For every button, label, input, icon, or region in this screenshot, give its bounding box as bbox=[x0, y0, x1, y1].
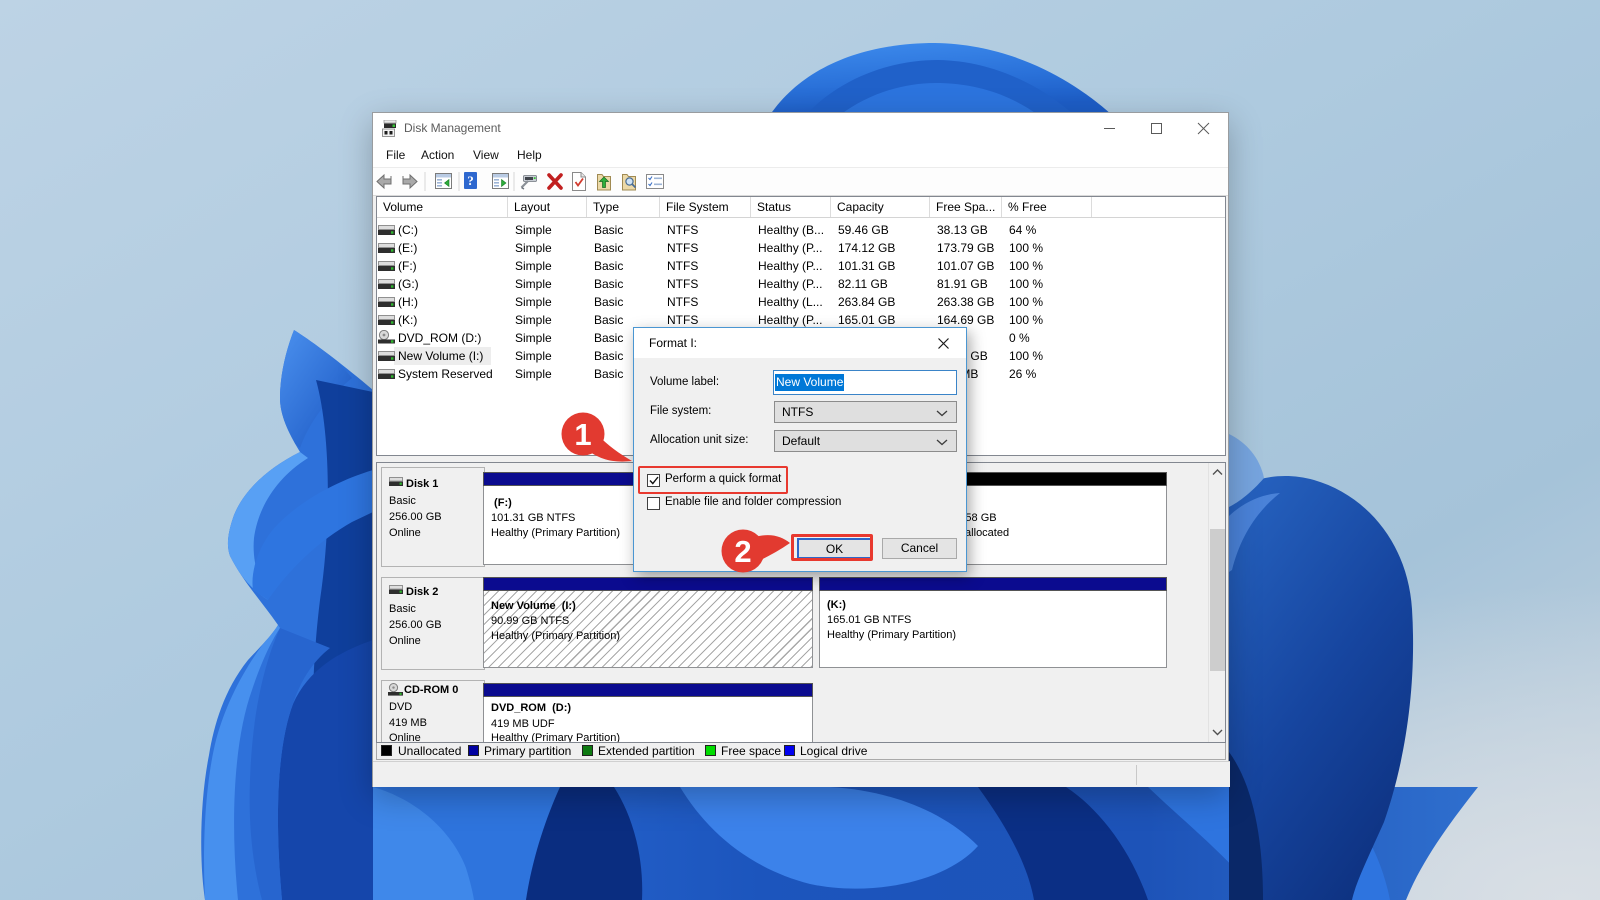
svg-text:1: 1 bbox=[574, 417, 591, 452]
svg-text:?: ? bbox=[467, 173, 474, 188]
svg-text:2: 2 bbox=[734, 534, 751, 569]
